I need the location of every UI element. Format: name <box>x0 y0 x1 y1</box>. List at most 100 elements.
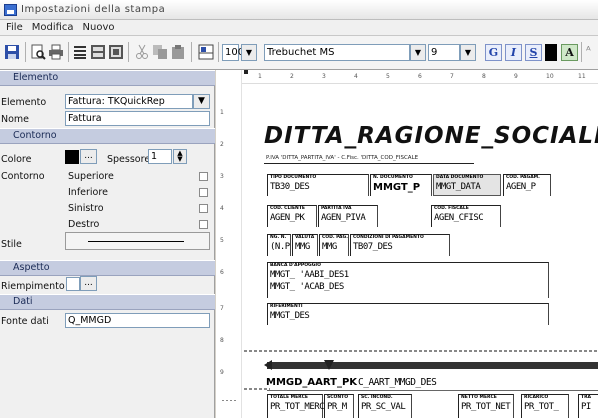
colore-picker-button[interactable]: ... <box>80 149 97 164</box>
partita-iva-box[interactable]: PARTITA IVA AGEN_PIVA <box>318 205 378 227</box>
section-contorno[interactable]: Contorno <box>0 128 215 144</box>
ruler-h-7: 7 <box>450 73 454 80</box>
ruler-h-4: 4 <box>354 73 358 80</box>
totale-merce-box[interactable]: TOTALE MERCE PR_TOT_MERC <box>267 394 325 418</box>
netto-merce-box[interactable]: NETTO MERCE PR_TOT_NET <box>458 394 514 418</box>
detail-article-pk[interactable]: MMGD_AART_PK <box>266 377 357 388</box>
border-superiore-label: Superiore <box>68 171 114 182</box>
app-icon <box>4 3 17 16</box>
border-sinistro-checkbox[interactable] <box>199 204 208 213</box>
font-size-field[interactable]: 9 <box>428 44 460 61</box>
riempimento-swatch[interactable] <box>66 277 80 291</box>
property-panel: Elemento Elemento Fattura: TKQuickRep ▼ … <box>0 70 215 418</box>
fonte-dati-field[interactable]: Q_MMGD <box>65 313 210 328</box>
paste-icon[interactable] <box>170 44 186 60</box>
trasporto-box[interactable]: TRA PI <box>578 394 598 418</box>
ruler-h-11: 11 <box>578 73 586 80</box>
border-sinistro-label: Sinistro <box>68 203 104 214</box>
font-name-dropdown[interactable]: ▼ <box>410 44 426 61</box>
numero-documento-box[interactable]: N. DOCUMENTO MMGT_P <box>370 174 432 196</box>
font-scale-icon[interactable]: ᴬ <box>586 44 591 57</box>
codice-pagamento-box[interactable]: COD. PAGAM. AGEN_P <box>503 174 551 196</box>
ricarico-box[interactable]: RICARICO PR_TOT_ <box>521 394 569 418</box>
valuta-box[interactable]: VALUTA MMG <box>292 234 318 256</box>
italic-button[interactable]: I <box>505 44 522 61</box>
zoom-field[interactable]: 100 <box>222 44 244 61</box>
title-bar: Impostazioni della stampa <box>0 0 598 20</box>
banca-appoggio-box[interactable]: BANCA D'APPOGGIO MMGT_ 'AABI_DES1 MMGT_ … <box>267 262 549 298</box>
align-center-icon[interactable] <box>90 44 106 60</box>
zoom-dropdown[interactable]: ▼ <box>241 44 257 61</box>
font-name-field[interactable]: Trebuchet MS <box>264 44 410 61</box>
vertical-ruler: 1 2 3 4 5 6 7 8 9 <box>216 70 242 418</box>
nome-label: Nome <box>1 114 30 125</box>
codice-cliente-box[interactable]: COD. CLIENTE AGEN_PK <box>267 205 317 227</box>
spessore-spinner[interactable]: ▲ ▼ <box>173 149 187 164</box>
section-dati[interactable]: Dati <box>0 294 215 310</box>
nome-field[interactable]: Fattura <box>65 111 210 126</box>
ruler-v-5: 5 <box>220 237 224 244</box>
sconto-incondizionato-box[interactable]: SC. INCOND. PR_SC_VAL <box>358 394 412 418</box>
align-left-icon[interactable] <box>72 44 88 60</box>
horizontal-ruler: 1 2 3 4 5 6 7 8 9 10 11 <box>216 70 598 84</box>
page-corner-marker <box>244 70 248 74</box>
fit-button[interactable]: A <box>561 44 578 61</box>
align-right-icon[interactable] <box>108 44 124 60</box>
riferimenti-box[interactable]: RIFERIMENTI MMGT_DES <box>267 303 549 325</box>
detail-article-description[interactable]: C_AART_MMGD_DES <box>358 377 437 388</box>
border-inferiore-checkbox[interactable] <box>199 188 208 197</box>
spessore-label: Spessore <box>107 154 151 165</box>
section-aspetto[interactable]: Aspetto <box>0 260 215 276</box>
company-vat-line[interactable]: P.IVA 'DITTA_PARTITA_IVA' - C.Fisc. 'DIT… <box>266 155 418 161</box>
toolbar: 100 ▼ Trebuchet MS ▼ 9 ▼ G I S A ᴬ <box>0 36 598 70</box>
menu-file[interactable]: File <box>6 22 23 33</box>
sconto-box[interactable]: SCONTO PR_M <box>324 394 354 418</box>
border-superiore-checkbox[interactable] <box>199 172 208 181</box>
bold-button[interactable]: G <box>485 44 502 61</box>
ng-n-box[interactable]: NG. N. (N.P <box>267 234 291 256</box>
underline-button[interactable]: S <box>525 44 542 61</box>
stile-label: Stile <box>1 239 22 250</box>
ruler-v-2: 2 <box>220 141 224 148</box>
elemento-select[interactable]: Fattura: TKQuickRep <box>65 94 193 109</box>
codice-fiscale-box[interactable]: COD. FISCALE AGEN_CFISC <box>431 205 501 227</box>
ruler-h-10: 10 <box>546 73 554 80</box>
menu-nuovo[interactable]: Nuovo <box>83 22 115 33</box>
ruler-h-5: 5 <box>386 73 390 80</box>
stile-selector[interactable] <box>65 232 210 250</box>
grid-icon[interactable] <box>198 44 214 60</box>
section-elemento[interactable]: Elemento <box>0 70 215 86</box>
border-destro-checkbox[interactable] <box>199 220 208 229</box>
menu-bar: File Modifica Nuovo <box>0 20 598 36</box>
spessore-field[interactable]: 1 <box>148 149 172 164</box>
elemento-dropdown-icon[interactable]: ▼ <box>193 94 210 109</box>
ruler-v-6: 6 <box>220 269 224 276</box>
condizioni-pagamento-box[interactable]: CONDIZIONI DI PAGAMENTO TB07_DES <box>350 234 450 256</box>
print-icon[interactable] <box>48 44 64 60</box>
company-title[interactable]: DITTA_RAGIONE_SOCIALE <box>264 123 598 149</box>
riempimento-picker-button[interactable]: ... <box>80 276 97 291</box>
cod-pag-box[interactable]: COD. PAG. MMG <box>319 234 349 256</box>
report-canvas[interactable]: 1 2 3 4 5 6 7 8 9 10 11 1 2 3 4 5 6 7 8 … <box>216 70 598 418</box>
cut-icon[interactable] <box>134 44 150 60</box>
banca-abi-field: MMGT_ 'AABI_DES1 <box>270 270 349 280</box>
colore-label: Colore <box>1 154 32 165</box>
banca-cab-field: MMGT_ 'ACAB_DES <box>270 282 344 292</box>
ruler-v-4: 4 <box>220 205 224 212</box>
colore-swatch[interactable] <box>65 150 79 164</box>
font-size-dropdown[interactable]: ▼ <box>460 44 476 61</box>
detail-band-bar[interactable] <box>267 362 598 369</box>
ruler-h-2: 2 <box>290 73 294 80</box>
ruler-h-6: 6 <box>418 73 422 80</box>
data-documento-box[interactable]: DATA DOCUMENTO MMGT_DATA <box>433 174 501 196</box>
ruler-v-8: 8 <box>220 337 224 344</box>
fonte-dati-label: Fonte dati <box>1 316 49 327</box>
copy-icon[interactable] <box>152 44 168 60</box>
preview-icon[interactable] <box>30 44 46 60</box>
menu-modifica[interactable]: Modifica <box>32 22 74 33</box>
contorno-label: Contorno <box>1 171 45 182</box>
text-color-swatch[interactable] <box>545 44 557 61</box>
border-inferiore-label: Inferiore <box>68 187 108 198</box>
save-icon[interactable] <box>4 44 20 60</box>
tipo-documento-box[interactable]: TIPO DOCUMENTO TB30_DES <box>267 174 369 196</box>
